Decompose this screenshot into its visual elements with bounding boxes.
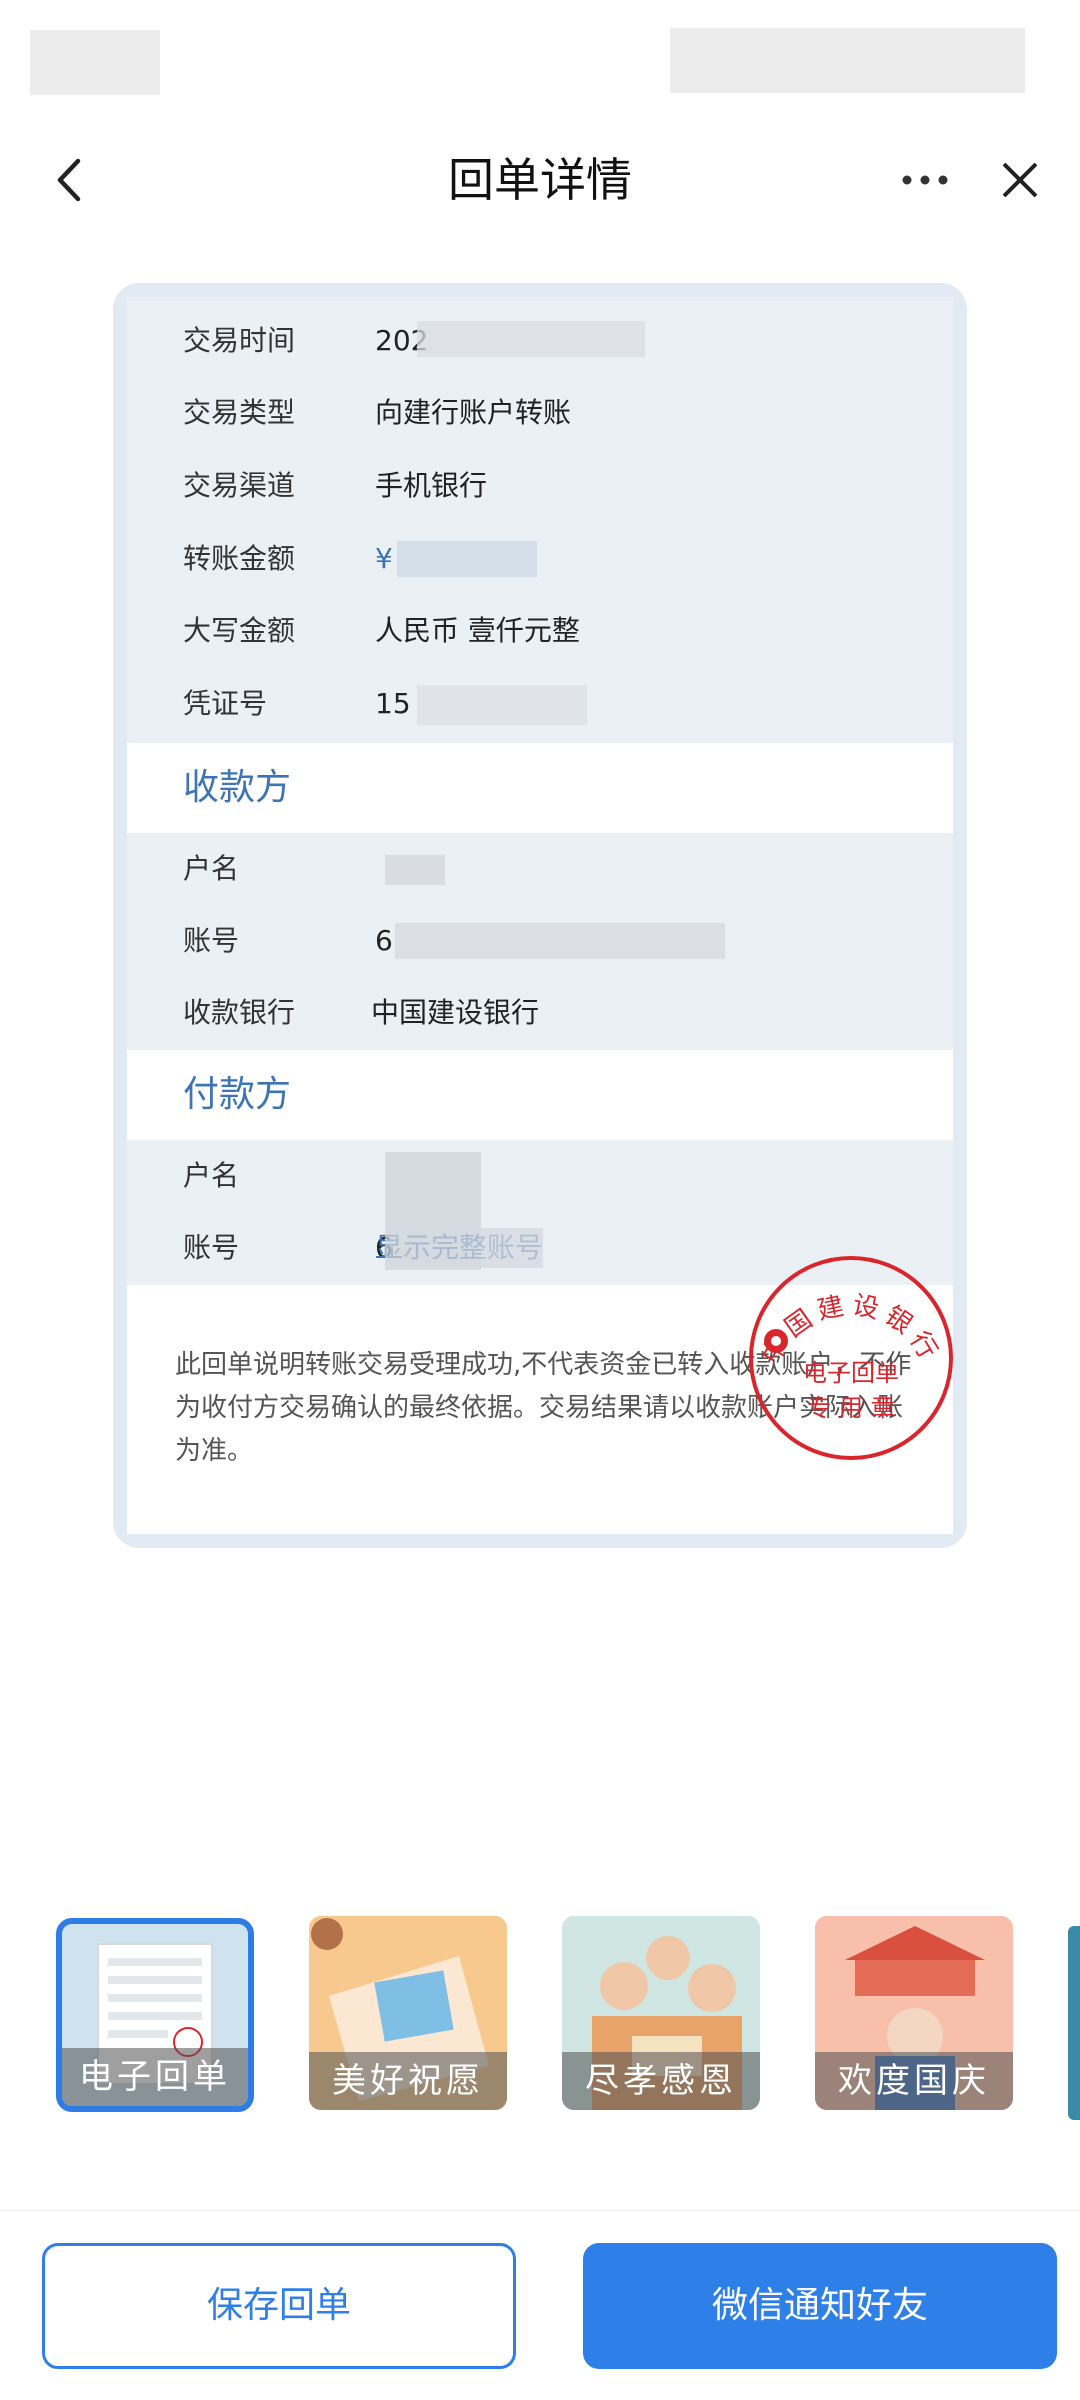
detail-row-amount: 转账金额 ¥ (127, 523, 953, 595)
detail-value: 手机银行 (375, 469, 488, 502)
detail-label: 大写金额 (183, 614, 296, 647)
detail-label: 凭证号 (183, 687, 268, 720)
payer-label: 户名 (183, 1159, 240, 1192)
close-button[interactable] (990, 150, 1050, 210)
detail-row-channel: 交易渠道 手机银行 (127, 450, 953, 522)
svg-text:中国建设银行: 中国建设银行 (756, 1290, 945, 1369)
navigation-bar: 回单详情 (0, 120, 1080, 240)
wechat-notify-button[interactable]: 微信通知好友 (583, 2243, 1057, 2369)
detail-value: ¥ (375, 542, 393, 575)
payee-section-title: 收款方 (127, 743, 953, 833)
detail-value: 向建行账户转账 (375, 396, 572, 429)
bank-seal-stamp: 中国建设银行 电子回单 专 用 章 (749, 1256, 953, 1460)
theme-filial-gratitude[interactable]: 尽孝感恩 (562, 1916, 760, 2110)
payer-row-name: 户名 (127, 1140, 953, 1212)
detail-value: 人民币 壹仟元整 (375, 614, 580, 647)
payee-label: 收款银行 (183, 996, 296, 1029)
theme-best-wishes[interactable]: 美好祝愿 (309, 1916, 507, 2110)
detail-label: 交易时间 (183, 324, 296, 357)
redaction (395, 923, 725, 959)
payee-value: 中国建设银行 (371, 996, 540, 1029)
redaction (481, 1228, 543, 1268)
redaction (417, 321, 645, 357)
close-icon (1002, 162, 1038, 198)
detail-label: 交易类型 (183, 396, 296, 429)
detail-row-amount-words: 大写金额 人民币 壹仟元整 (127, 595, 953, 667)
theme-electronic-receipt[interactable]: 电子回单 (56, 1918, 254, 2112)
transaction-details: 交易时间 202 交易类型 向建行账户转账 交易渠道 手机银行 转账金额 ¥ 大… (127, 297, 953, 743)
redaction (397, 541, 537, 577)
payer-label: 账号 (183, 1231, 240, 1264)
detail-label: 转账金额 (183, 542, 296, 575)
payee-label: 账号 (183, 924, 240, 957)
theme-label: 美好祝愿 (309, 2052, 507, 2110)
payer-section-title: 付款方 (127, 1050, 953, 1140)
payee-title: 收款方 (183, 767, 292, 808)
save-receipt-button[interactable]: 保存回单 (42, 2243, 516, 2369)
payee-row-name: 户名 (127, 833, 953, 905)
redaction (385, 1152, 481, 1270)
payee-details: 户名 账号 6 收款银行 中国建设银行 (127, 833, 953, 1050)
theme-national-day[interactable]: 欢度国庆 (815, 1916, 1013, 2110)
receipt-card: 交易时间 202 交易类型 向建行账户转账 交易渠道 手机银行 转账金额 ¥ 大… (113, 283, 967, 1548)
detail-label: 交易渠道 (183, 469, 296, 502)
seal-line2: 专 用 章 (807, 1394, 894, 1422)
theme-next-peek[interactable] (1068, 1926, 1080, 2120)
payee-label: 户名 (183, 852, 240, 885)
payee-value: 6 (375, 924, 393, 957)
more-button[interactable] (890, 150, 960, 210)
more-dots-icon (902, 175, 948, 185)
theme-label: 电子回单 (62, 2048, 248, 2106)
detail-row-type: 交易类型 向建行账户转账 (127, 377, 953, 449)
receipt-theme-carousel: 电子回单 美好祝愿 尽孝感恩 欢度国庆 (0, 1908, 1080, 2158)
status-time-blur (30, 30, 160, 95)
theme-label: 尽孝感恩 (562, 2052, 760, 2110)
payee-row-bank: 收款银行 中国建设银行 (127, 977, 953, 1049)
status-icons-blur (670, 28, 1025, 93)
bottom-action-bar: 保存回单 微信通知好友 (0, 2210, 1080, 2400)
payer-title: 付款方 (183, 1074, 292, 1115)
seal-bank-name: 中国建设银行 (756, 1290, 939, 1369)
redaction (385, 855, 445, 885)
status-bar (0, 0, 1080, 110)
seal-line1: 电子回单 (803, 1359, 899, 1387)
redaction (417, 685, 587, 725)
theme-label: 欢度国庆 (815, 2052, 1013, 2110)
detail-value: 15 (375, 687, 411, 720)
